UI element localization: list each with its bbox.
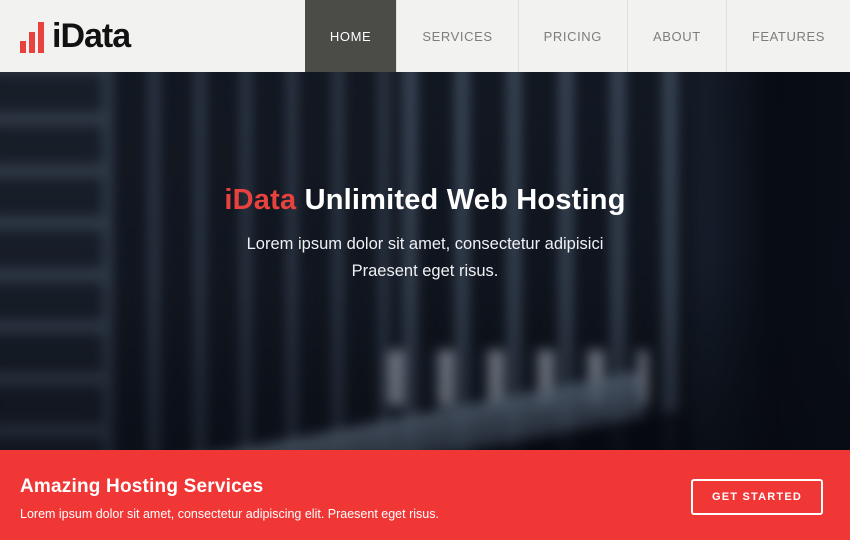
logo[interactable]: iData (0, 0, 130, 72)
hero-subtitle-line2: Praesent eget risus. (0, 258, 850, 285)
cta-text: Lorem ipsum dolor sit amet, consectetur … (20, 507, 439, 521)
hero-title-highlight: iData (224, 184, 296, 216)
nav-item-pricing[interactable]: PRICING (518, 0, 627, 72)
brand-name: iData (52, 17, 130, 56)
nav-item-services[interactable]: SERVICES (396, 0, 517, 72)
cta-copy: Amazing Hosting Services Lorem ipsum dol… (20, 470, 439, 521)
cta-heading: Amazing Hosting Services (20, 476, 439, 498)
header: iData HOME SERVICES PRICING ABOUT FEATUR… (0, 0, 850, 72)
page: iData HOME SERVICES PRICING ABOUT FEATUR… (0, 0, 850, 540)
hero-subtitle-line1: Lorem ipsum dolor sit amet, consectetur … (0, 231, 850, 258)
hero-content: iData Unlimited Web Hosting Lorem ipsum … (0, 72, 850, 285)
hero-title: iData Unlimited Web Hosting (0, 184, 850, 217)
nav-item-about[interactable]: ABOUT (627, 0, 726, 72)
hero-subtitle: Lorem ipsum dolor sit amet, consectetur … (0, 231, 850, 285)
main-nav: HOME SERVICES PRICING ABOUT FEATURES (305, 0, 850, 72)
nav-item-home[interactable]: HOME (305, 0, 396, 72)
get-started-button[interactable]: GET STARTED (691, 479, 823, 515)
nav-item-features[interactable]: FEATURES (726, 0, 850, 72)
bar-chart-icon (20, 19, 44, 53)
hero-section: iData Unlimited Web Hosting Lorem ipsum … (0, 72, 850, 450)
cta-band: Amazing Hosting Services Lorem ipsum dol… (0, 450, 850, 540)
hero-title-rest: Unlimited Web Hosting (305, 184, 626, 216)
